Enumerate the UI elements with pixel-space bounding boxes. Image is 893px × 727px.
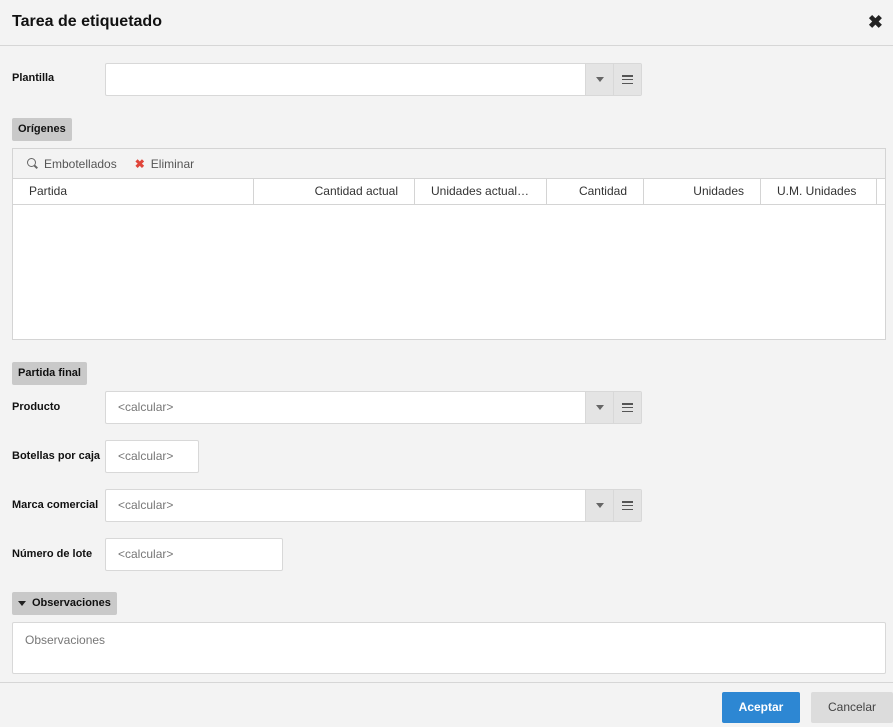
delete-label: Eliminar — [150, 156, 195, 171]
product-dropdown-button[interactable] — [585, 392, 613, 423]
column-header[interactable]: Unidades — [644, 179, 761, 204]
bottled-label: Embotellados — [44, 156, 117, 171]
bottled-button[interactable]: Embotellados — [27, 157, 117, 171]
origins-section-label: Orígenes — [12, 118, 72, 141]
template-dropdown-button[interactable] — [585, 64, 613, 95]
observations-textarea[interactable]: Observaciones — [12, 622, 886, 674]
search-icon — [27, 158, 38, 169]
dialog-header: Tarea de etiquetado ✖ — [0, 0, 893, 46]
final-lot-section-label: Partida final — [12, 362, 87, 385]
product-label: Producto — [12, 401, 61, 413]
column-header[interactable]: Unidades actual… — [415, 179, 547, 204]
chevron-down-icon — [595, 503, 604, 508]
column-header[interactable]: Cantidad actual — [254, 179, 415, 204]
cancel-button[interactable]: Cancelar — [811, 692, 893, 723]
menu-icon — [622, 75, 633, 84]
close-icon: ✖ — [134, 156, 145, 171]
product-list-button[interactable] — [613, 392, 641, 423]
origins-toolbar: Embotellados ✖ Eliminar — [13, 149, 885, 179]
origins-table-header: Partida Cantidad actual Unidades actual…… — [13, 179, 885, 205]
template-list-button[interactable] — [613, 64, 641, 95]
brand-list-button[interactable] — [613, 490, 641, 521]
bottles-per-box-label: Botellas por caja — [12, 450, 101, 462]
brand-label: Marca comercial — [12, 499, 99, 511]
column-header[interactable]: Partida — [13, 179, 254, 204]
close-icon[interactable]: ✖ — [868, 12, 883, 32]
template-combo[interactable] — [105, 63, 642, 96]
chevron-down-icon — [595, 405, 604, 410]
chevron-down-icon — [18, 601, 26, 606]
template-value[interactable] — [106, 64, 585, 95]
lot-number-label: Número de lote — [12, 548, 93, 560]
dialog-title: Tarea de etiquetado — [12, 13, 162, 30]
brand-dropdown-button[interactable] — [585, 490, 613, 521]
menu-icon — [622, 403, 633, 412]
brand-combo[interactable]: <calcular> — [105, 489, 642, 522]
delete-button[interactable]: ✖ Eliminar — [135, 157, 194, 171]
bottles-per-box-input[interactable]: <calcular> — [105, 440, 199, 473]
menu-icon — [622, 501, 633, 510]
lot-number-input[interactable]: <calcular> — [105, 538, 283, 571]
observations-toggle[interactable]: Observaciones — [12, 592, 117, 615]
origins-table-body — [13, 205, 885, 339]
dialog-footer: Aceptar Cancelar — [0, 682, 893, 727]
brand-input[interactable]: <calcular> — [106, 490, 585, 521]
accept-button[interactable]: Aceptar — [722, 692, 800, 723]
column-header[interactable]: Cantidad — [547, 179, 644, 204]
template-label: Plantilla — [12, 72, 55, 84]
column-header[interactable]: U.M. Unidades — [761, 179, 877, 204]
product-input[interactable]: <calcular> — [106, 392, 585, 423]
observations-section-label: Observaciones — [32, 597, 111, 609]
chevron-down-icon — [595, 77, 604, 82]
product-combo[interactable]: <calcular> — [105, 391, 642, 424]
origins-grid: Embotellados ✖ Eliminar Partida Cantidad… — [12, 148, 886, 340]
